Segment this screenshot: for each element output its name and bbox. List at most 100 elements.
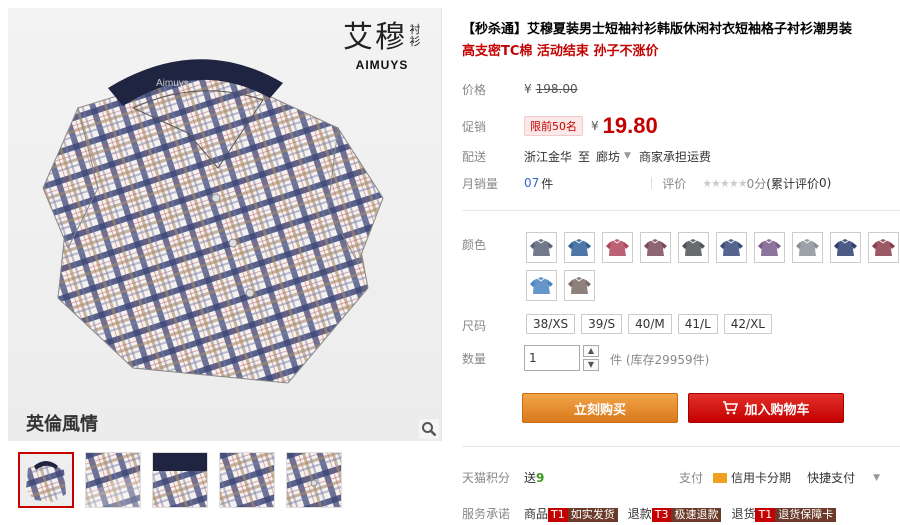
color-swatch[interactable] (678, 232, 709, 263)
cart-icon (723, 401, 739, 415)
service-label: 服务承诺 (462, 507, 511, 521)
product-gallery: Aimuys 艾穆 衬衫 AIMUYS 英倫風情 (0, 0, 444, 525)
service-item[interactable]: 商品 T1 如实发货 (524, 505, 618, 522)
thumbnail[interactable] (18, 452, 74, 508)
service-prefix: 退款 (627, 507, 652, 521)
shipping-row: 配送 浙江金华 至 廊坊 ▼ 商家承担运费 (462, 145, 711, 167)
promo-tag: 限前50名 (524, 116, 583, 136)
original-currency: ¥ (524, 82, 532, 96)
shipping-label: 配送 (462, 149, 487, 164)
thumbnail-strip (18, 452, 342, 508)
color-swatch[interactable] (564, 270, 595, 301)
chevron-up-icon[interactable]: ▲ (583, 345, 599, 357)
monthly-sales-count: 07 (524, 176, 540, 190)
add-to-cart-label: 加入购物车 (744, 402, 810, 418)
original-price: 198.00 (535, 82, 578, 96)
size-option[interactable]: 41/L (677, 314, 718, 334)
color-swatch[interactable] (526, 232, 557, 263)
size-option[interactable]: 42/XL (723, 314, 772, 334)
color-swatch[interactable] (754, 232, 785, 263)
promo-price: 19.80 (602, 113, 658, 138)
color-swatch[interactable] (640, 232, 671, 263)
color-swatches (526, 232, 900, 301)
service-badge: T1 (548, 508, 568, 522)
original-price-row: 价格 ¥ 198.00 (462, 78, 578, 100)
service-item[interactable]: 退款 T3 极速退款 (628, 505, 722, 522)
buy-now-button[interactable]: 立刻购买 (522, 393, 678, 423)
product-subtitle: 高支密TC棉 活动结束 孙子不涨价 (462, 44, 659, 59)
destination-dropdown-icon[interactable]: ▼ (624, 151, 631, 161)
credit-installment[interactable]: 信用卡分期 (731, 469, 791, 486)
thumbnail[interactable] (286, 452, 342, 508)
payment-dropdown-icon[interactable]: ▼ (873, 473, 880, 483)
service-row: 服务承诺 商品 T1 如实发货 退款 T3 极速退款 退货 T1 退货保障卡 (462, 505, 900, 522)
size-option[interactable]: 40/M (628, 314, 672, 334)
main-product-image[interactable]: Aimuys 艾穆 衬衫 AIMUYS 英倫風情 (8, 8, 442, 441)
color-swatch[interactable] (564, 232, 595, 263)
rating-label: 评价 (662, 176, 687, 191)
shirt-thumb-icon (720, 239, 743, 256)
points-label: 天猫积分 (462, 471, 511, 485)
thumbnail[interactable] (152, 452, 208, 508)
ship-destination[interactable]: 廊坊 (596, 148, 620, 165)
zoom-button[interactable] (419, 419, 439, 439)
brand-name-side: 衬衫 (409, 23, 421, 48)
monthly-sales-label: 月销量 (462, 176, 499, 191)
shirt-thumb-icon (606, 239, 629, 256)
promo-price-label: 促销 (462, 119, 487, 134)
sales-row: 月销量 07 件 评价 ★★★★★ 0分 (累计评价 0) (462, 172, 831, 194)
rating-stars: ★★★★★ (702, 176, 747, 190)
promo-price-row: 促销 限前50名 ¥ 19.80 (462, 112, 658, 140)
shirt-thumb-icon (568, 277, 591, 294)
shirt-thumb-icon (834, 239, 857, 256)
size-label: 尺码 (462, 319, 487, 333)
service-badge-text: 如实发货 (567, 508, 618, 522)
original-price-label: 价格 (462, 82, 487, 97)
quantity-input[interactable]: 1 (524, 345, 580, 371)
cumulative-reviews-link[interactable]: (累计评价 (766, 175, 819, 192)
color-label: 颜色 (462, 238, 487, 252)
shirt-thumb-icon (530, 239, 553, 256)
quick-pay[interactable]: 快捷支付 (807, 469, 855, 486)
color-swatch[interactable] (602, 232, 633, 263)
service-item[interactable]: 退货 T1 退货保障卡 (731, 505, 837, 522)
service-badge-text: 极速退款 (671, 508, 722, 522)
service-prefix: 商品 (524, 507, 549, 521)
quantity-label: 数量 (462, 352, 487, 366)
credit-card-icon (713, 472, 728, 483)
color-swatch[interactable] (526, 270, 557, 301)
size-option[interactable]: 38/XS (526, 314, 576, 334)
add-to-cart-button[interactable]: 加入购物车 (688, 393, 844, 423)
payment-label: 支付 (679, 471, 704, 485)
section-divider (462, 210, 900, 211)
size-options: 38/XS 39/S 40/M 41/L 42/XL (526, 314, 772, 334)
chevron-down-icon[interactable]: ▼ (583, 359, 599, 371)
thumbnail[interactable] (85, 452, 141, 508)
shirt-thumb-icon (872, 239, 895, 256)
shirt-thumb-icon (530, 277, 553, 294)
color-swatch[interactable] (868, 232, 899, 263)
shirt-thumb-icon (796, 239, 819, 256)
magnifier-icon (422, 422, 437, 437)
divider (651, 177, 653, 189)
monthly-sales-unit: 件 (541, 176, 554, 191)
service-badge: T1 (755, 508, 776, 522)
size-option[interactable]: 39/S (581, 314, 623, 334)
brand-logo: 艾穆 衬衫 AIMUYS (343, 20, 421, 72)
rating-score: 0分 (746, 176, 767, 191)
shirt-thumb-icon (568, 239, 591, 256)
shirt-thumb-icon (644, 239, 667, 256)
shirt-thumb-icon (758, 239, 781, 256)
color-swatch[interactable] (716, 232, 747, 263)
ship-to-word: 至 (578, 149, 591, 164)
shirt-thumb-icon (682, 239, 705, 256)
color-swatch[interactable] (792, 232, 823, 263)
color-swatch[interactable] (830, 232, 861, 263)
points-prefix: 送 (524, 471, 537, 485)
cumulative-reviews-count[interactable]: 0) (819, 176, 831, 190)
brand-name-cn: 艾穆 (343, 20, 407, 55)
thumbnail[interactable] (219, 452, 275, 508)
shirt-illustration: Aimuys (42, 59, 384, 384)
section-divider (462, 446, 900, 447)
brand-tagline: 英倫風情 (26, 414, 98, 435)
